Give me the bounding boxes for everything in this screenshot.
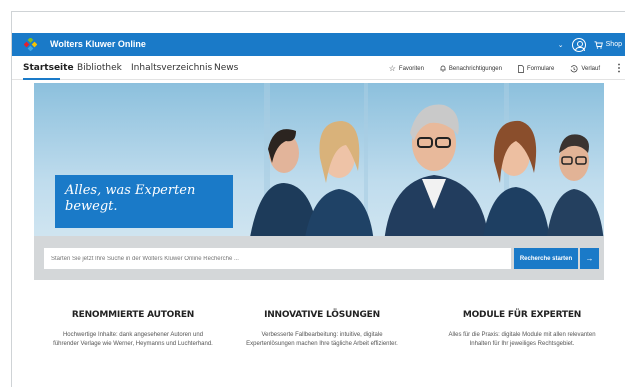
history-icon bbox=[570, 64, 578, 72]
document-icon bbox=[518, 64, 524, 73]
benachrichtigungen-link[interactable]: Benachrichtigungen bbox=[440, 65, 502, 72]
active-tab-indicator bbox=[23, 78, 60, 80]
chevron-down-icon[interactable]: ⌄ bbox=[558, 41, 564, 49]
tab-bibliothek[interactable]: Bibliothek bbox=[77, 63, 122, 73]
cart-icon bbox=[594, 40, 603, 49]
nav-actions: ☆ Favoriten Benachrichtigungen Formulare bbox=[373, 63, 625, 73]
benachrichtigungen-label: Benachrichtigungen bbox=[448, 65, 502, 72]
tab-startseite[interactable]: Startseite bbox=[23, 63, 74, 73]
hero-headline: Alles, was Experten bewegt. bbox=[65, 183, 196, 214]
user-account-icon[interactable] bbox=[571, 37, 586, 52]
tab-news[interactable]: News bbox=[214, 63, 238, 73]
feature-title: INNOVATIVE LÖSUNGEN bbox=[264, 310, 380, 320]
formulare-label: Formulare bbox=[526, 65, 555, 72]
browser-frame: Wolters Kluwer Online ⌄ Shop Startseite … bbox=[11, 11, 625, 387]
hero-headline-box: Alles, was Experten bewegt. bbox=[55, 175, 233, 228]
verlauf-label: Verlauf bbox=[581, 65, 600, 72]
feature-renommierte-autoren: RENOMMIERTE AUTOREN Hochwertige Inhalte:… bbox=[43, 310, 223, 349]
shop-button[interactable]: Shop bbox=[594, 40, 622, 49]
search-input[interactable] bbox=[44, 248, 511, 269]
main-nav: Startseite Bibliothek Inhaltsverzeichnis… bbox=[12, 56, 625, 80]
formulare-link[interactable]: Formulare bbox=[518, 64, 555, 73]
top-bar: Wolters Kluwer Online ⌄ Shop bbox=[12, 33, 625, 56]
feature-module-fuer-experten: MODULE FÜR EXPERTEN Alles für die Praxis… bbox=[432, 310, 612, 349]
brand-name[interactable]: Wolters Kluwer Online bbox=[50, 39, 146, 49]
bell-icon bbox=[440, 65, 446, 72]
feature-innovative-loesungen: INNOVATIVE LÖSUNGEN Verbesserte Fallbear… bbox=[232, 310, 412, 349]
star-icon: ☆ bbox=[388, 64, 396, 73]
search-bar: Recherche starten → bbox=[34, 236, 604, 280]
feature-text: Hochwertige Inhalte: dank angesehener Au… bbox=[53, 332, 213, 347]
feature-text: Alles für die Praxis: digitale Module mi… bbox=[448, 332, 596, 347]
tab-inhaltsverzeichnis[interactable]: Inhaltsverzeichnis bbox=[131, 63, 212, 73]
favoriten-link[interactable]: ☆ Favoriten bbox=[389, 64, 424, 73]
topbar-actions: ⌄ Shop bbox=[558, 36, 622, 53]
more-menu-icon[interactable]: ⋮ bbox=[614, 63, 624, 73]
shop-label: Shop bbox=[605, 41, 622, 48]
feature-title: MODULE FÜR EXPERTEN bbox=[462, 310, 582, 320]
feature-text: Verbesserte Fallbearbeitung: intuitive, … bbox=[246, 332, 398, 347]
verlauf-link[interactable]: Verlauf bbox=[570, 64, 600, 73]
wolters-kluwer-logo-icon[interactable] bbox=[24, 38, 37, 51]
feature-title: RENOMMIERTE AUTOREN bbox=[71, 310, 195, 320]
favoriten-label: Favoriten bbox=[398, 65, 424, 72]
recherche-starten-button[interactable]: Recherche starten bbox=[514, 248, 578, 269]
arrow-right-icon[interactable]: → bbox=[580, 248, 599, 269]
